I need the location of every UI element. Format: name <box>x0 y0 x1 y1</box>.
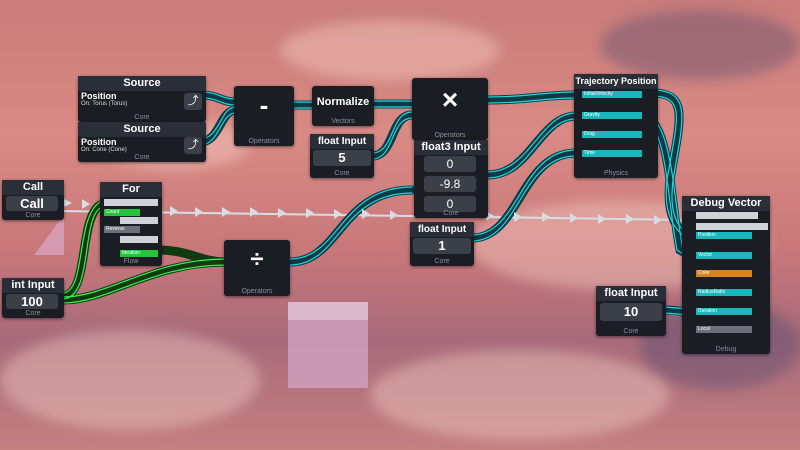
node-title: float Input <box>310 134 374 149</box>
node-footer: Core <box>134 154 150 161</box>
multiply-operator-node[interactable]: × Operators <box>412 78 488 140</box>
pin-exec-out[interactable] <box>696 223 768 230</box>
debug-vector-node[interactable]: Debug Vector Position Vector Color Radiu… <box>682 196 770 354</box>
corner-up-right-icon[interactable]: ⤴ <box>184 137 202 154</box>
pin-iteration[interactable]: Iteration <box>120 250 158 257</box>
node-footer: Core <box>443 210 459 217</box>
pin-gravity[interactable]: Gravity <box>582 112 642 119</box>
pin-done-exec[interactable] <box>120 236 158 243</box>
node-title: For <box>100 182 162 197</box>
pin-color[interactable]: Color <box>696 270 752 277</box>
divide-icon: ÷ <box>250 246 264 273</box>
pin-exec-in[interactable] <box>104 199 158 206</box>
node-footer: Core <box>25 310 41 317</box>
pin-vector[interactable]: Vector <box>696 252 752 259</box>
node-footer: Physics <box>603 170 629 177</box>
node-footer: Operators <box>241 288 273 295</box>
pin-local[interactable]: Local <box>696 326 752 333</box>
node-title: int Input <box>2 278 64 293</box>
float-value-field[interactable]: 1 <box>413 238 471 254</box>
trajectory-position-node[interactable]: Trajectory Position InitialVelocity Grav… <box>574 74 658 178</box>
pin-initial-velocity[interactable]: InitialVelocity <box>582 91 642 98</box>
source-sub: On: Torus (Torus) <box>81 101 128 107</box>
node-title: Source <box>78 76 206 91</box>
node-title: Trajectory Position <box>574 74 658 89</box>
node-footer: Core <box>334 170 350 177</box>
source-position-cone-node[interactable]: Source Position On: Cone (Cone) ⤴ Core <box>78 122 206 162</box>
node-footer: Core <box>134 114 150 121</box>
minus-icon: - <box>259 90 269 120</box>
source-label: Position <box>81 137 117 147</box>
float-value-field[interactable]: 10 <box>600 303 662 321</box>
float-input-node-5[interactable]: float Input 5 Core <box>310 134 374 178</box>
pin-exec-in[interactable] <box>696 212 758 219</box>
node-footer: Operators <box>248 138 280 145</box>
float-value-field[interactable]: 5 <box>313 150 371 166</box>
node-title: Source <box>78 122 206 137</box>
node-footer: Operators <box>434 132 466 139</box>
source-label: Position <box>81 91 117 101</box>
float-input-node-10[interactable]: float Input 10 Core <box>596 286 666 336</box>
pin-duration[interactable]: Duration <box>696 308 752 315</box>
for-loop-node[interactable]: For Count Reverse Iteration Flow <box>100 182 162 266</box>
float3-y-field[interactable]: -9.8 <box>424 176 476 192</box>
int-input-node[interactable]: int Input 100 Core <box>2 278 64 318</box>
pin-radius-ratio[interactable]: RadiusRatio <box>696 289 752 296</box>
normalize-node[interactable]: Normalize Vectors <box>312 86 374 126</box>
node-footer: Vectors <box>331 118 355 125</box>
corner-up-right-icon[interactable]: ⤴ <box>184 93 202 110</box>
node-title: Normalize <box>316 96 370 108</box>
node-footer: Core <box>434 258 450 265</box>
call-button[interactable]: Call <box>6 196 58 211</box>
node-footer: Core <box>623 328 639 335</box>
float3-input-node[interactable]: float3 Input 0 -9.8 0 Core <box>414 140 488 218</box>
node-footer: Core <box>25 212 41 219</box>
int-value-field[interactable]: 100 <box>6 294 58 309</box>
float-input-node-1[interactable]: float Input 1 Core <box>410 222 474 266</box>
node-title: Call <box>2 180 64 195</box>
node-footer: Flow <box>123 258 139 265</box>
subtract-operator-node[interactable]: - Operators <box>234 86 294 146</box>
pin-drag[interactable]: Drag <box>582 131 642 138</box>
call-node[interactable]: Call Call Core <box>2 180 64 220</box>
node-title: float Input <box>596 286 666 301</box>
pin-position[interactable]: Position <box>696 232 752 239</box>
float3-x-field[interactable]: 0 <box>424 156 476 172</box>
source-position-torus-node[interactable]: Source Position On: Torus (Torus) ⤴ Core <box>78 76 206 122</box>
node-title: float3 Input <box>414 140 488 155</box>
node-title: float Input <box>410 222 474 237</box>
multiply-icon: × <box>441 84 459 115</box>
pin-loop-exec[interactable] <box>120 217 158 224</box>
divide-operator-node[interactable]: ÷ Operators <box>224 240 290 296</box>
pin-count[interactable]: Count <box>104 209 140 216</box>
pin-time[interactable]: Time <box>582 150 642 157</box>
pin-reverse[interactable]: Reverse <box>104 226 140 233</box>
node-footer: Debug <box>715 346 737 353</box>
node-title: Debug Vector <box>682 196 770 211</box>
source-sub: On: Cone (Cone) <box>81 147 127 153</box>
